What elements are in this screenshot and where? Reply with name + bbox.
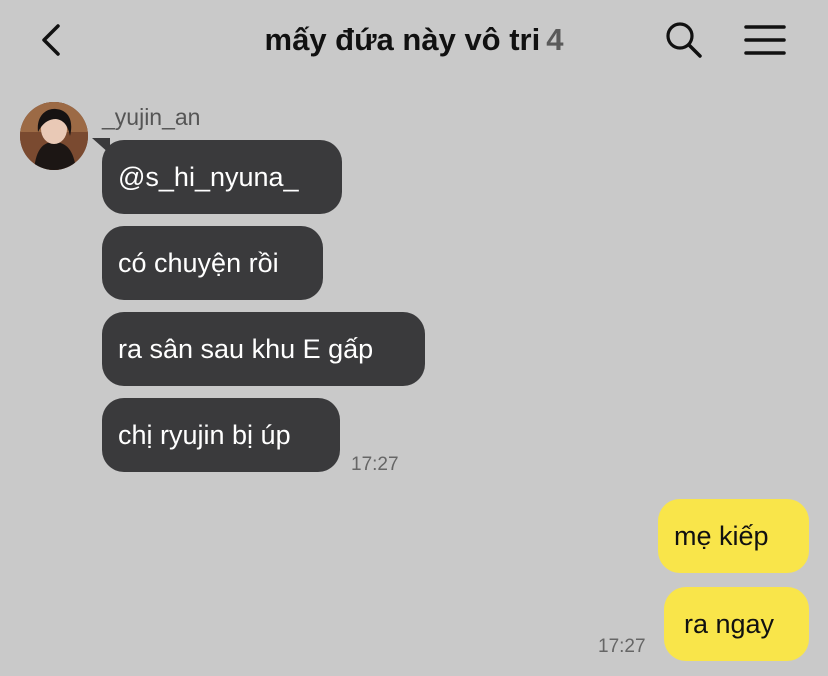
hamburger-menu-icon: [744, 25, 786, 55]
message-timestamp: 17:27: [351, 454, 399, 475]
message-timestamp: 17:27: [598, 636, 646, 657]
outgoing-message[interactable]: ra ngay: [664, 587, 809, 661]
chat-title-text: mấy đứa này vô tri: [264, 22, 541, 57]
outgoing-message[interactable]: mẹ kiếp: [658, 499, 809, 573]
incoming-message[interactable]: chị ryujin bị úp: [102, 398, 340, 472]
sender-name: _yujin_an: [102, 104, 201, 130]
avatar[interactable]: [20, 102, 88, 170]
search-icon: [666, 22, 702, 58]
incoming-message[interactable]: ra sân sau khu E gấp: [102, 312, 425, 386]
search-button[interactable]: [662, 18, 706, 62]
member-count: 4: [546, 22, 564, 57]
menu-button[interactable]: [740, 18, 790, 62]
chat-header: mấy đứa này vô tri 4: [0, 0, 828, 84]
incoming-message[interactable]: có chuyện rồi: [102, 226, 323, 300]
incoming-message[interactable]: @s_hi_nyuna_: [102, 140, 342, 214]
